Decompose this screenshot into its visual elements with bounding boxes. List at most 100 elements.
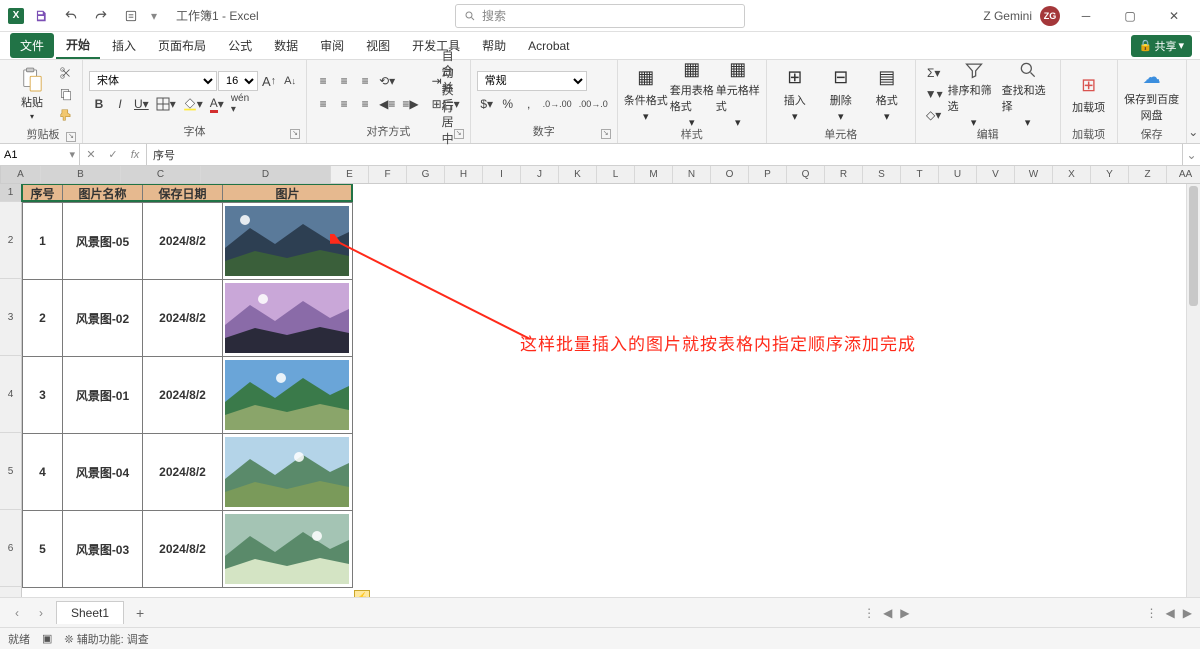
column-header[interactable]: AA xyxy=(1167,166,1200,183)
share-button[interactable]: 🔒 共享 ▾ xyxy=(1131,35,1192,57)
tab-scroll-menu[interactable]: ⋮ xyxy=(863,606,875,620)
comma-format[interactable]: , xyxy=(519,94,539,114)
column-header[interactable]: T xyxy=(901,166,939,183)
cell-name[interactable]: 风景图-04 xyxy=(63,434,143,511)
italic-button[interactable]: I xyxy=(110,94,130,114)
column-header[interactable]: I xyxy=(483,166,521,183)
font-name-combo[interactable]: 宋体 xyxy=(89,71,217,91)
tab-scroll-menu-2[interactable]: ⋮ xyxy=(1146,606,1158,620)
column-header[interactable]: X xyxy=(1053,166,1091,183)
column-header[interactable]: L xyxy=(597,166,635,183)
column-header[interactable]: S xyxy=(863,166,901,183)
align-bottom[interactable]: ≡ xyxy=(355,71,375,91)
cell-date[interactable]: 2024/8/2 xyxy=(143,357,223,434)
cell-image[interactable] xyxy=(223,511,353,588)
column-header[interactable]: P xyxy=(749,166,787,183)
column-header[interactable]: W xyxy=(1015,166,1053,183)
cell-seq[interactable]: 2 xyxy=(23,280,63,357)
font-launcher[interactable]: ↘ xyxy=(290,129,300,139)
column-header[interactable]: Q xyxy=(787,166,825,183)
column-header[interactable]: U xyxy=(939,166,977,183)
format-cells[interactable]: ▤格式▾ xyxy=(865,62,909,126)
underline-button[interactable]: U▾ xyxy=(131,94,152,114)
qat-dropdown-icon[interactable]: ▾ xyxy=(148,3,160,29)
tab-scroll-left[interactable]: ◀ xyxy=(883,606,892,620)
insert-function[interactable]: fx xyxy=(124,149,146,161)
decrease-font-button[interactable]: A↓ xyxy=(280,71,300,91)
cell-date[interactable]: 2024/8/2 xyxy=(143,511,223,588)
close-button[interactable]: ✕ xyxy=(1156,2,1192,30)
fill[interactable]: ▼▾ xyxy=(922,84,946,104)
tab-scroll-right[interactable]: ▶ xyxy=(900,606,909,620)
tab-scroll-right-2[interactable]: ▶ xyxy=(1183,606,1192,620)
format-painter-button[interactable] xyxy=(56,105,76,125)
tab-home[interactable]: 开始 xyxy=(56,32,100,59)
row-header[interactable]: 6 xyxy=(0,510,22,587)
tab-acrobat[interactable]: Acrobat xyxy=(518,35,579,57)
row-header[interactable]: 3 xyxy=(0,279,22,356)
header-seq[interactable]: 序号 xyxy=(23,185,63,203)
autosum[interactable]: Σ▾ xyxy=(922,63,946,83)
column-header[interactable]: E xyxy=(331,166,369,183)
addins-button[interactable]: ⊞加载项 xyxy=(1067,62,1111,126)
increase-indent[interactable]: ≡▶ xyxy=(399,94,421,114)
maximize-button[interactable]: ▢ xyxy=(1112,2,1148,30)
column-header[interactable]: N xyxy=(673,166,711,183)
tab-file[interactable]: 文件 xyxy=(10,33,54,58)
fill-color-button[interactable]: ▾ xyxy=(180,94,206,114)
smart-tag-icon[interactable]: ⚡ xyxy=(354,590,370,597)
column-header[interactable]: F xyxy=(369,166,407,183)
column-header[interactable]: K xyxy=(559,166,597,183)
cell-seq[interactable]: 1 xyxy=(23,203,63,280)
cell-name[interactable]: 风景图-02 xyxy=(63,280,143,357)
column-header[interactable]: B xyxy=(41,166,121,183)
clipboard-launcher[interactable]: ↘ xyxy=(66,132,76,142)
find-select[interactable]: 查找和选择▾ xyxy=(1002,62,1054,126)
undo-button[interactable] xyxy=(58,3,84,29)
enter-formula[interactable]: ✓ xyxy=(102,148,124,161)
accessibility-status[interactable]: ❊ 辅助功能: 调查 xyxy=(64,631,148,647)
tab-developer[interactable]: 开发工具 xyxy=(402,33,470,58)
orientation[interactable]: ⟲▾ xyxy=(376,71,398,91)
column-header[interactable]: J xyxy=(521,166,559,183)
font-size-combo[interactable]: 16 xyxy=(218,71,258,91)
save-button[interactable] xyxy=(28,3,54,29)
tab-formulas[interactable]: 公式 xyxy=(218,33,262,58)
header-image[interactable]: 图片 xyxy=(223,185,353,203)
row-header[interactable]: 4 xyxy=(0,356,22,433)
font-color-button[interactable]: A▾ xyxy=(207,94,227,114)
sheet-nav-next[interactable]: › xyxy=(32,604,50,622)
sheet-nav-prev[interactable]: ‹ xyxy=(8,604,26,622)
row-header[interactable]: 1 xyxy=(0,184,22,202)
header-date[interactable]: 保存日期 xyxy=(143,185,223,203)
column-header[interactable]: A xyxy=(1,166,41,183)
number-launcher[interactable]: ↘ xyxy=(601,129,611,139)
row-header[interactable] xyxy=(0,587,22,597)
align-left[interactable]: ≡ xyxy=(313,94,333,114)
column-header[interactable]: O xyxy=(711,166,749,183)
cell-date[interactable]: 2024/8/2 xyxy=(143,434,223,511)
sheet-tab[interactable]: Sheet1 xyxy=(56,601,124,624)
insert-cells[interactable]: ⊞插入▾ xyxy=(773,62,817,126)
column-header[interactable]: Z xyxy=(1129,166,1167,183)
cell-seq[interactable]: 5 xyxy=(23,511,63,588)
alignment-launcher[interactable]: ↘ xyxy=(454,129,464,139)
cell-image[interactable] xyxy=(223,434,353,511)
tab-page-layout[interactable]: 页面布局 xyxy=(148,33,216,58)
phonetic-button[interactable]: wén▾ xyxy=(228,94,252,114)
column-header[interactable]: R xyxy=(825,166,863,183)
row-header[interactable]: 5 xyxy=(0,433,22,510)
user-avatar[interactable]: ZG xyxy=(1040,6,1060,26)
cell-image[interactable] xyxy=(223,203,353,280)
header-name[interactable]: 图片名称 xyxy=(63,185,143,203)
tab-review[interactable]: 审阅 xyxy=(310,33,354,58)
column-header[interactable]: V xyxy=(977,166,1015,183)
cell-name[interactable]: 风景图-01 xyxy=(63,357,143,434)
delete-cells[interactable]: ⊟删除▾ xyxy=(819,62,863,126)
cell-name[interactable]: 风景图-05 xyxy=(63,203,143,280)
search-input[interactable]: 搜索 xyxy=(455,4,745,28)
row-header[interactable]: 2 xyxy=(0,202,22,279)
decrease-indent[interactable]: ◀≡ xyxy=(376,94,398,114)
clear[interactable]: ◇▾ xyxy=(922,105,946,125)
tab-data[interactable]: 数据 xyxy=(264,33,308,58)
